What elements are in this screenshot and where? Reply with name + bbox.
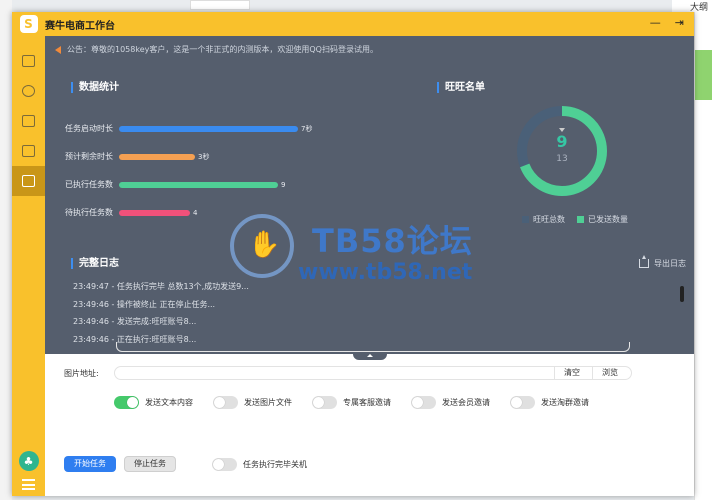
legend-sent: 已发送数量 — [577, 214, 628, 225]
export-icon — [22, 145, 35, 157]
image-icon — [22, 55, 35, 67]
app-window: S 赛牛电商工作台 — ⇥ ♣ 公告：尊敬的1058key客户，这是一个非正式的… — [12, 12, 694, 496]
log-line: 23:49:46 - 发送完成:旺旺账号8... — [73, 317, 197, 326]
stat-row: 任务启动时长 7秒 — [61, 123, 312, 134]
image-path-label: 图片地址: — [64, 368, 99, 378]
toggle-service-invite[interactable]: 专属客服邀请 — [312, 396, 411, 409]
sidebar-item-screen[interactable] — [12, 166, 45, 196]
app-logo-icon: S — [19, 15, 38, 33]
toggle-send-text[interactable]: 发送文本内容 — [114, 396, 213, 409]
app-logo-box: S — [12, 12, 45, 36]
shutdown-label: 任务执行完毕关机 — [243, 459, 307, 469]
stat-bar — [119, 181, 278, 188]
stat-value: 9 — [281, 180, 286, 189]
desktop-outline-label: 大纲 — [672, 0, 712, 13]
sidebar-item-clock[interactable] — [12, 76, 45, 106]
clear-button[interactable]: 清空 — [554, 367, 589, 379]
exit-button[interactable]: ⇥ — [675, 16, 684, 29]
upload-icon — [639, 255, 649, 268]
toggle-member-invite[interactable]: 发送会员邀请 — [411, 396, 510, 409]
log-title: 完整日志 — [71, 258, 119, 269]
minimize-button[interactable]: — — [650, 16, 661, 29]
toggle-group-invite[interactable]: 发送淘群邀请 — [510, 396, 609, 409]
wangwang-donut: 9 13 — [515, 104, 609, 198]
stats-overlay: 公告：尊敬的1058key客户，这是一个非正式的内测版本，欢迎使用QQ扫码登录试… — [45, 36, 694, 360]
text-field-edge — [116, 342, 630, 352]
switch[interactable] — [411, 396, 436, 409]
log-scrollbar[interactable] — [679, 280, 685, 334]
stop-task-button[interactable]: 停止任务 — [124, 456, 176, 472]
sidebar: ♣ — [12, 36, 45, 496]
stat-bar — [119, 209, 190, 216]
log-list: 23:49:47 - 任务执行完毕 总数13个,成功发送9... 23:49:4… — [73, 278, 249, 348]
donut-legend: 旺旺总数 已发送数量 — [522, 214, 628, 225]
megaphone-icon — [55, 45, 61, 54]
stat-row: 已执行任务数 9 — [61, 179, 285, 190]
switch[interactable] — [510, 396, 535, 409]
donut-sent-value: 9 — [556, 132, 568, 151]
export-log-label: 导出日志 — [654, 259, 686, 268]
image-path-row: 图片地址: 清空 浏览 — [64, 366, 632, 380]
export-log-button[interactable]: 导出日志 — [639, 255, 686, 269]
switch[interactable] — [213, 396, 238, 409]
sidebar-item-calendar[interactable] — [12, 106, 45, 136]
switch[interactable] — [312, 396, 337, 409]
calendar-icon — [22, 115, 35, 127]
collapse-button[interactable] — [353, 352, 387, 360]
stat-bar — [119, 125, 298, 132]
stat-bar — [119, 153, 195, 160]
list-icon[interactable] — [22, 479, 35, 490]
notice-bar: 公告：尊敬的1058key客户，这是一个非正式的内测版本，欢迎使用QQ扫码登录试… — [55, 44, 378, 55]
stat-value: 3秒 — [198, 152, 210, 161]
sidebar-item-export[interactable] — [12, 136, 45, 166]
sidebar-item-image[interactable] — [12, 46, 45, 76]
start-task-button[interactable]: 开始任务 — [64, 456, 116, 472]
desktop-right-panel — [694, 12, 712, 500]
wangwang-title: 旺旺名单 — [437, 82, 485, 93]
donut-total-value: 13 — [556, 154, 568, 164]
log-line: 23:49:46 - 操作被终止 正在停止任务... — [73, 299, 216, 309]
stat-value: 4 — [193, 208, 198, 217]
shutdown-switch[interactable] — [212, 457, 237, 471]
leaf-icon[interactable]: ♣ — [18, 451, 39, 471]
option-toggles: 发送文本内容 发送图片文件 专属客服邀请 发送会员邀请 发送淘群邀请 — [114, 396, 609, 409]
window-title: 赛牛电商工作台 — [45, 20, 115, 32]
stat-label: 待执行任务数 — [65, 208, 113, 217]
action-row: 开始任务 停止任务 任务执行完毕关机 — [64, 456, 307, 472]
title-bar[interactable]: S 赛牛电商工作台 — ⇥ — [12, 12, 694, 36]
desktop-left-edge — [0, 0, 12, 500]
screen-icon — [22, 175, 35, 187]
stat-label: 任务启动时长 — [65, 124, 113, 133]
image-path-input[interactable]: 清空 浏览 — [114, 366, 632, 380]
stat-row: 待执行任务数 4 — [61, 207, 197, 218]
browse-button[interactable]: 浏览 — [592, 367, 627, 379]
stat-label: 已执行任务数 — [65, 180, 113, 189]
clock-icon — [22, 85, 35, 97]
log-line: 23:49:47 - 任务执行完毕 总数13个,成功发送9... — [73, 282, 249, 291]
desktop-top-window — [190, 0, 250, 10]
toggle-send-image[interactable]: 发送图片文件 — [213, 396, 312, 409]
switch[interactable] — [114, 396, 139, 409]
stat-label: 预计剩余时长 — [65, 152, 113, 161]
legend-total: 旺旺总数 — [522, 214, 565, 225]
notice-text: 公告：尊敬的1058key客户，这是一个非正式的内测版本，欢迎使用QQ扫码登录试… — [67, 45, 378, 54]
stat-value: 7秒 — [301, 124, 313, 133]
stats-title: 数据统计 — [71, 82, 119, 93]
stat-row: 预计剩余时长 3秒 — [61, 151, 209, 162]
